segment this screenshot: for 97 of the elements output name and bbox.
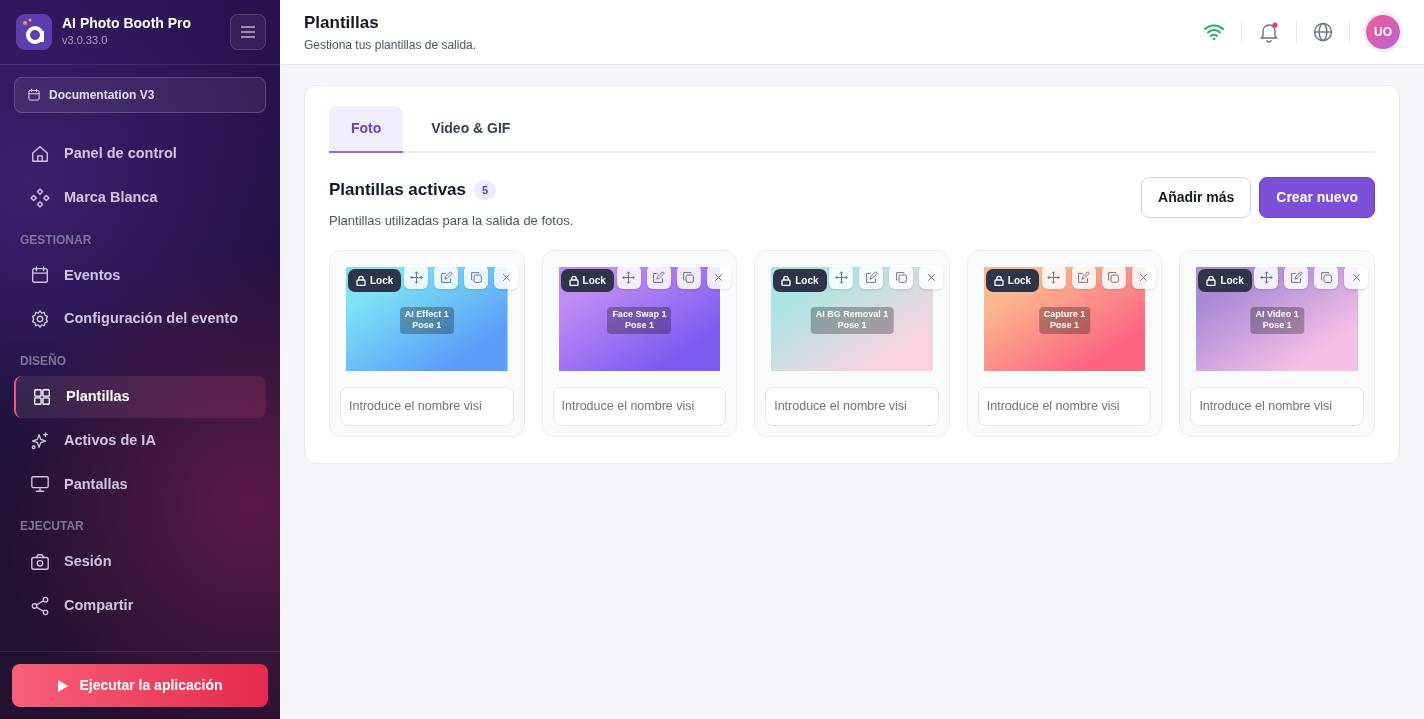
- move-icon: [622, 270, 636, 284]
- edit-icon: [652, 270, 666, 284]
- sidebar-item[interactable]: Sesión: [14, 541, 266, 583]
- sidebar-item[interactable]: Pantallas: [14, 463, 266, 506]
- sidebar-item[interactable]: Panel de control: [14, 133, 266, 175]
- monitor-icon: [30, 474, 50, 495]
- name-input-field[interactable]: Introduce el nombre visi: [1190, 387, 1364, 426]
- copy-button[interactable]: [1101, 265, 1126, 289]
- tab[interactable]: Foto: [329, 106, 404, 153]
- lock-icon: [1206, 275, 1217, 286]
- run-app-button[interactable]: Ejecutar la aplicación: [12, 664, 268, 707]
- edit-button[interactable]: [646, 265, 671, 289]
- copy-button[interactable]: [1314, 265, 1339, 289]
- sidebar-item[interactable]: Eventos: [14, 254, 266, 297]
- calendar-icon: [30, 265, 50, 286]
- home-icon: [30, 143, 50, 164]
- edit-icon: [439, 270, 453, 284]
- lock-badge: Lock: [1198, 269, 1252, 292]
- create-button[interactable]: Crear nuevo: [1259, 177, 1375, 218]
- lock-badge: Lock: [773, 269, 827, 292]
- move-button[interactable]: [404, 265, 428, 289]
- lock-badge: Lock: [348, 269, 402, 292]
- sidebar-item[interactable]: Activos de IA: [14, 419, 266, 462]
- section-heading: DISEÑO: [19, 352, 67, 370]
- close-button[interactable]: [706, 265, 731, 289]
- preview-text: AI BG Removal 1 Pose 1: [810, 307, 894, 334]
- move-icon: [409, 270, 423, 284]
- copy-icon: [682, 270, 696, 284]
- diamonds-icon: [30, 187, 50, 208]
- lock-badge: Lock: [560, 269, 614, 292]
- edit-icon: [1077, 270, 1091, 284]
- lock-icon: [993, 275, 1004, 286]
- name-input-field[interactable]: Introduce el nombre visi: [552, 387, 727, 426]
- edit-button[interactable]: [1071, 265, 1096, 289]
- add-button[interactable]: Añadir más: [1141, 177, 1252, 218]
- page-title: Plantillas: [304, 12, 380, 35]
- grid-icon: [32, 386, 52, 407]
- close-button[interactable]: [1344, 265, 1369, 289]
- move-button[interactable]: [1254, 265, 1279, 289]
- event-selector[interactable]: Documentation V3: [14, 77, 266, 113]
- close-button[interactable]: [494, 265, 518, 289]
- section-heading: EJECUTAR: [19, 518, 85, 536]
- sidebar-item[interactable]: Marca Blanca: [14, 176, 266, 219]
- lock-icon: [781, 275, 792, 286]
- copy-button[interactable]: [464, 265, 488, 289]
- preview-text: AI Effect 1 Pose 1: [399, 307, 454, 334]
- move-button[interactable]: [829, 265, 854, 289]
- preview-text: AI Video 1 Pose 1: [1250, 307, 1304, 334]
- close-button[interactable]: [919, 265, 944, 289]
- copy-icon: [894, 270, 908, 284]
- section-title: Plantillas activas: [329, 179, 467, 201]
- copy-icon: [469, 270, 483, 284]
- play-icon: [57, 678, 70, 693]
- app-logo: [16, 14, 52, 50]
- sidebar-item[interactable]: Configuración del evento: [14, 298, 266, 340]
- preview-text: Capture 1 Pose 1: [1038, 307, 1091, 334]
- lock-badge: Lock: [985, 269, 1040, 292]
- notification-bell-icon[interactable]: [1258, 21, 1280, 43]
- edit-button[interactable]: [434, 265, 458, 289]
- menu-icon: [240, 25, 256, 39]
- move-icon: [834, 270, 848, 284]
- page-subtitle: Gestiona tus plantillas de salida.: [304, 36, 477, 54]
- edit-icon: [1289, 270, 1303, 284]
- section-description: Plantillas utilizadas para la salida de fotos.: [329, 211, 574, 230]
- move-icon: [1259, 270, 1273, 284]
- app-name: AI Photo Booth Pro: [62, 15, 192, 33]
- close-button[interactable]: [1131, 265, 1156, 289]
- globe-icon[interactable]: [1313, 22, 1333, 42]
- camera-icon: [30, 552, 50, 573]
- name-input-field[interactable]: Introduce el nombre visi: [340, 387, 514, 426]
- sparkle-icon: [30, 430, 50, 451]
- gear-icon: [30, 309, 50, 330]
- name-input-field[interactable]: Introduce el nombre visi: [765, 387, 939, 426]
- count-badge: 5: [474, 179, 497, 200]
- section-heading: GESTIONAR: [19, 231, 93, 249]
- copy-icon: [1107, 270, 1121, 284]
- share-icon: [30, 595, 50, 616]
- calendar-icon: [27, 88, 41, 102]
- edit-button[interactable]: [1284, 265, 1309, 289]
- menu-button[interactable]: [230, 14, 266, 50]
- name-input-field[interactable]: Introduce el nombre visi: [977, 387, 1152, 426]
- lock-icon: [568, 275, 579, 286]
- wifi-icon: [1203, 23, 1225, 41]
- copy-button[interactable]: [676, 265, 701, 289]
- copy-button[interactable]: [889, 265, 914, 289]
- lock-icon: [356, 275, 366, 286]
- move-button[interactable]: [616, 265, 641, 289]
- app-version: v3.0.33.0: [62, 33, 109, 49]
- preview-text: Face Swap 1 Pose 1: [607, 307, 672, 334]
- edit-icon: [864, 270, 878, 284]
- move-button[interactable]: [1041, 265, 1066, 289]
- sidebar-item[interactable]: Plantillas: [14, 376, 266, 418]
- tab[interactable]: Video & GIF: [409, 106, 533, 153]
- edit-button[interactable]: [859, 265, 884, 289]
- copy-icon: [1319, 270, 1333, 284]
- sidebar-item[interactable]: Compartir: [14, 585, 266, 627]
- move-icon: [1047, 270, 1061, 284]
